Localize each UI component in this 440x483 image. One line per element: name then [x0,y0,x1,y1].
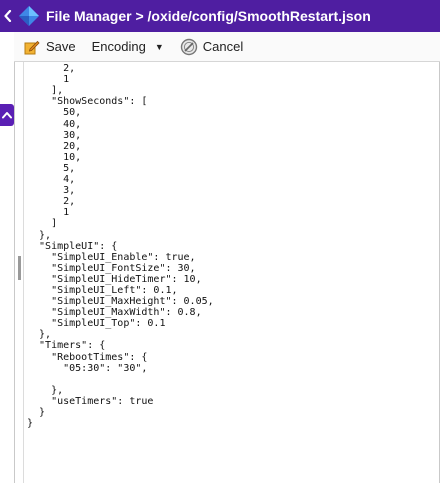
code-line[interactable]: 30, [27,130,214,141]
code-line[interactable]: "useTimers": true [27,396,214,407]
code-line[interactable]: "05:30": "30", [27,363,214,374]
code-line[interactable]: ] [27,218,214,229]
code-line[interactable]: 40, [27,119,214,130]
editor-gutter [15,62,24,483]
code-line[interactable]: "SimpleUI_MaxHeight": 0.05, [27,296,214,307]
code-line[interactable]: "SimpleUI_HideTimer": 10, [27,274,214,285]
code-line[interactable]: 3, [27,185,214,196]
cancel-button[interactable]: Cancel [180,38,243,56]
code-line[interactable]: "Timers": { [27,340,214,351]
collapse-toggle-button[interactable] [0,104,14,126]
code-editor[interactable]: 3, 2, 1 ], "ShowSeconds": [ 50, 40, 30, … [14,62,440,483]
code-line[interactable]: }, [27,329,214,340]
pane-resize-handle[interactable] [18,256,21,280]
chevron-up-icon [2,112,12,119]
code-line[interactable]: } [27,407,214,418]
window-titlebar: File Manager > /oxide/config/SmoothResta… [0,0,440,32]
code-line[interactable]: 2, [27,63,214,74]
code-line[interactable]: "ShowSeconds": [ [27,96,214,107]
code-line[interactable]: "SimpleUI_FontSize": 30, [27,263,214,274]
save-pencil-icon [24,40,40,54]
code-line[interactable]: } [27,418,214,429]
encoding-dropdown[interactable]: Encoding ▼ [92,39,164,54]
code-line[interactable]: "RebootTimes": { [27,352,214,363]
code-line[interactable]: "SimpleUI_Top": 0.1 [27,318,214,329]
code-line[interactable] [27,374,214,385]
left-sidebar-strip [0,32,14,483]
code-line[interactable]: "SimpleUI_MaxWidth": 0.8, [27,307,214,318]
code-line[interactable]: 10, [27,152,214,163]
code-line[interactable]: "SimpleUI_Left": 0.1, [27,285,214,296]
code-content[interactable]: 3, 2, 1 ], "ShowSeconds": [ 50, 40, 30, … [27,62,214,429]
code-line[interactable]: 20, [27,141,214,152]
editor-toolbar: Save Encoding ▼ Cancel [14,32,440,62]
code-line[interactable]: 1 [27,74,214,85]
window-title: File Manager > /oxide/config/SmoothResta… [46,8,371,24]
code-line[interactable]: 5, [27,163,214,174]
encoding-label: Encoding [91,39,146,54]
code-line[interactable]: 4, [27,174,214,185]
code-line[interactable]: "SimpleUI": { [27,241,214,252]
chevron-down-icon: ▼ [154,41,164,52]
code-line[interactable]: }, [27,230,214,241]
back-button[interactable] [2,0,14,32]
code-line[interactable]: 1 [27,207,214,218]
cancel-circle-icon [180,38,197,55]
save-button[interactable]: Save [24,39,76,55]
diamond-logo-icon [19,6,39,26]
code-line[interactable]: }, [27,385,214,396]
code-line[interactable]: 50, [27,107,214,118]
code-line[interactable]: ], [27,85,214,96]
code-line[interactable]: 2, [27,196,214,207]
code-line[interactable]: "SimpleUI_Enable": true, [27,252,214,263]
save-label: Save [46,39,76,54]
chevron-left-icon [4,10,12,22]
cancel-label: Cancel [202,39,244,54]
